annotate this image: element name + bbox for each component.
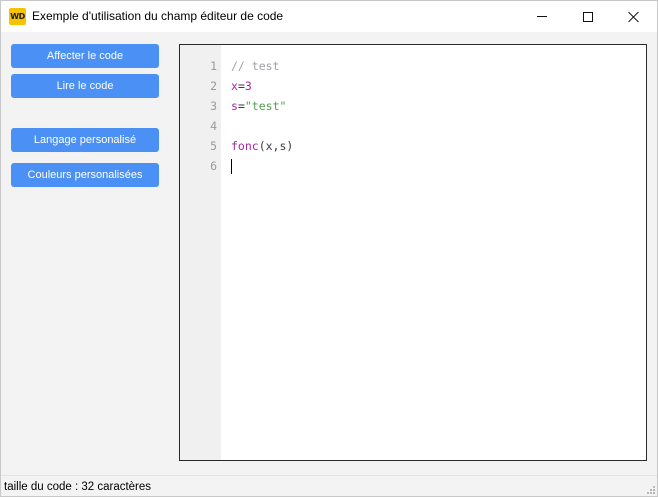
code-line[interactable]: 1 // test bbox=[180, 56, 646, 76]
code-line[interactable]: 5 fonc(x,s) bbox=[180, 136, 646, 156]
code-editor[interactable]: 1// test 2 x=3 3 s="test" 4 5 fonc(x,s) 6 bbox=[179, 44, 647, 461]
maximize-icon bbox=[583, 11, 593, 22]
code-text: x=3 bbox=[231, 76, 252, 96]
code-token-comment: // test bbox=[231, 59, 280, 73]
code-token-op: (x,s) bbox=[258, 139, 294, 153]
line-number: 2 bbox=[210, 79, 217, 93]
line-number: 3 bbox=[210, 99, 217, 113]
window-title: Exemple d'utilisation du champ éditeur d… bbox=[32, 9, 284, 23]
code-text: // test bbox=[231, 56, 279, 76]
windev-logo-icon: WD bbox=[9, 8, 26, 25]
maximize-button[interactable] bbox=[565, 1, 611, 32]
code-line[interactable]: 6 bbox=[180, 156, 646, 176]
code-text: fonc(x,s) bbox=[231, 136, 293, 156]
code-token-op: = bbox=[237, 99, 245, 113]
code-text: s="test" bbox=[231, 96, 286, 116]
affecter-code-button[interactable]: Affecter le code bbox=[11, 44, 159, 68]
code-token-var: s bbox=[231, 99, 238, 113]
minimize-icon bbox=[537, 16, 547, 17]
code-line[interactable]: 3 s="test" bbox=[180, 96, 646, 116]
title-bar[interactable]: WD Exemple d'utilisation du champ éditeu… bbox=[1, 1, 657, 32]
minimize-button[interactable] bbox=[519, 1, 565, 32]
couleurs-personalisees-button[interactable]: Couleurs personalisées bbox=[11, 163, 159, 187]
status-bar: taille du code : 32 caractères bbox=[1, 475, 657, 496]
line-number: 5 bbox=[210, 139, 217, 153]
close-button[interactable] bbox=[611, 1, 657, 32]
line-number: 1 bbox=[210, 59, 217, 73]
code-token-num: 3 bbox=[244, 79, 252, 93]
code-token-var: x bbox=[231, 79, 238, 93]
resize-grip-icon[interactable] bbox=[645, 484, 655, 494]
app-window: WD Exemple d'utilisation du champ éditeu… bbox=[0, 0, 658, 497]
code-token-op: = bbox=[237, 79, 245, 93]
line-number: 6 bbox=[210, 159, 217, 173]
close-icon bbox=[628, 11, 640, 23]
code-token-str: "test" bbox=[244, 99, 287, 113]
langage-personalise-button[interactable]: Langage personalisé bbox=[11, 128, 159, 152]
code-line[interactable]: 2 x=3 bbox=[180, 76, 646, 96]
code-line[interactable]: 4 bbox=[180, 116, 646, 136]
lire-code-button[interactable]: Lire le code bbox=[11, 74, 159, 98]
text-caret bbox=[231, 159, 232, 174]
line-number: 4 bbox=[210, 119, 217, 133]
code-token-fn: fonc bbox=[231, 139, 259, 153]
code-size-status: taille du code : 32 caractères bbox=[4, 481, 152, 493]
